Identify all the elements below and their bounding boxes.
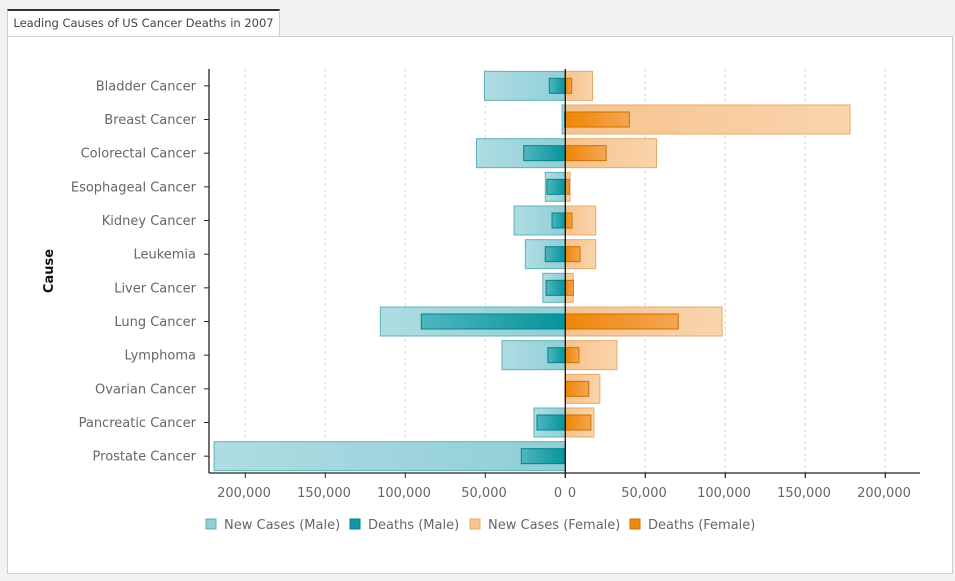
legend-label: Deaths (Female) (648, 518, 755, 533)
legend: New Cases (Male) Deaths (Male) New Cases (… (205, 518, 755, 533)
bar-deaths-female[interactable] (564, 212, 573, 229)
legend-swatch (629, 518, 641, 530)
bar-deaths-female[interactable] (564, 111, 630, 128)
category-label: Kidney Cancer (102, 214, 197, 229)
bar-deaths-male[interactable] (536, 414, 566, 431)
bar-deaths-male[interactable] (420, 313, 566, 330)
x-tick-label: 0 (554, 486, 562, 501)
bar-deaths-female[interactable] (564, 77, 573, 94)
bar-deaths-male[interactable] (544, 246, 566, 263)
bar-deaths-male[interactable] (520, 448, 566, 465)
x-tick-label: 150,000 (297, 486, 351, 501)
x-tick-labels: 200,000 150,000 100,000 50,000 0 0 50,000 100,0… (217, 486, 911, 501)
bar-deaths-male[interactable] (551, 212, 566, 229)
x-tick-label: 0 (568, 486, 576, 501)
legend-label: Deaths (Male) (368, 518, 459, 533)
bar-deaths-female[interactable] (564, 414, 592, 431)
x-tick-label: 200,000 (217, 486, 271, 501)
legend-new-cases-female[interactable]: New Cases (Female) (469, 518, 620, 533)
bar-new-cases-male[interactable] (213, 441, 566, 472)
category-label: Esophageal Cancer (71, 180, 197, 195)
legend-swatch (205, 518, 217, 530)
bar-deaths-male[interactable] (548, 77, 566, 94)
butterfly-bar-chart: Bladder Cancer Breast Cancer Colorectal Ca… (42, 69, 920, 533)
category-label: Pancreatic Cancer (79, 416, 197, 431)
bar-deaths-male[interactable] (523, 145, 566, 162)
category-label: Prostate Cancer (93, 450, 197, 465)
bars (213, 70, 851, 472)
legend-new-cases-male[interactable]: New Cases (Male) (205, 518, 340, 533)
category-label: Lung Cancer (114, 315, 196, 330)
x-tick-label: 50,000 (461, 486, 507, 501)
legend-swatch (349, 518, 361, 530)
category-label: Lymphoma (125, 349, 196, 364)
bar-deaths-male[interactable] (547, 347, 566, 364)
x-tick-label: 50,000 (621, 486, 667, 501)
category-labels: Bladder Cancer Breast Cancer Colorectal Ca… (71, 79, 209, 465)
category-label: Breast Cancer (104, 113, 196, 128)
bar-deaths-male[interactable] (546, 178, 566, 195)
bar-deaths-male[interactable] (545, 279, 566, 296)
category-label: Leukemia (133, 248, 196, 263)
x-tick-label: 200,000 (857, 486, 911, 501)
chart-tab[interactable]: Leading Causes of US Cancer Deaths in 20… (7, 9, 280, 36)
x-tick-label: 100,000 (697, 486, 751, 501)
legend-swatch (469, 518, 481, 530)
category-label: Bladder Cancer (96, 79, 197, 94)
y-axis-label: Cause (42, 249, 57, 293)
bar-deaths-female[interactable] (564, 380, 590, 397)
legend-deaths-male[interactable]: Deaths (Male) (349, 518, 459, 533)
bar-deaths-female[interactable] (564, 279, 574, 296)
category-label: Liver Cancer (114, 281, 196, 296)
bar-deaths-female[interactable] (564, 313, 679, 330)
legend-label: New Cases (Male) (224, 518, 340, 533)
bar-deaths-female[interactable] (564, 246, 581, 263)
bar-deaths-female[interactable] (564, 145, 607, 162)
category-label: Ovarian Cancer (95, 382, 197, 397)
legend-deaths-female[interactable]: Deaths (Female) (629, 518, 755, 533)
category-label: Colorectal Cancer (81, 147, 197, 162)
x-tick-label: 100,000 (377, 486, 431, 501)
x-tick-label: 150,000 (777, 486, 831, 501)
bar-deaths-female[interactable] (564, 347, 580, 364)
legend-label: New Cases (Female) (488, 518, 620, 533)
